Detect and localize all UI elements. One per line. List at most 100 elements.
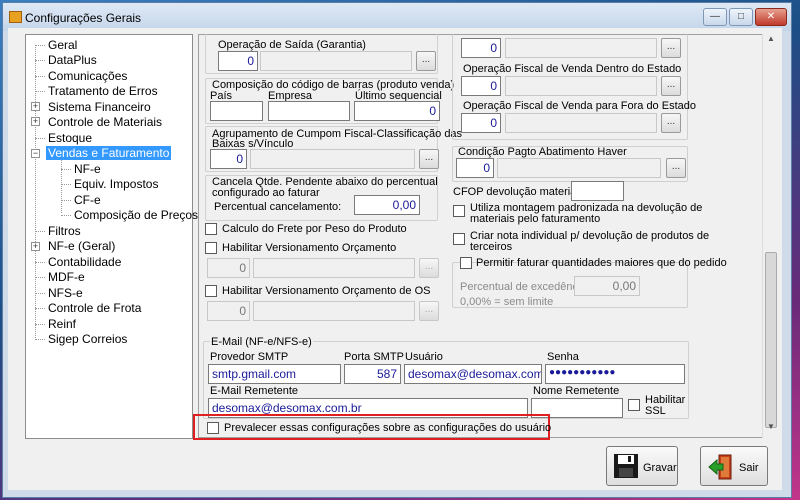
operacao-saida-desc xyxy=(260,51,412,71)
tree-branch xyxy=(35,231,45,232)
settings-tree: Geral DataPlus Comunicações Tratamento d… xyxy=(25,34,198,439)
operacao-saida-code[interactable]: 0 xyxy=(218,51,258,71)
tree-branch xyxy=(61,200,71,201)
email-remetente-label: E-Mail Remetente xyxy=(210,385,299,397)
operacao-top-search-button[interactable]: ... xyxy=(661,38,681,58)
provedor-smtp-label: Provedor SMTP xyxy=(210,351,289,363)
tree-item-controle-frota[interactable]: Controle de Frota xyxy=(48,301,141,315)
operacao-dentro-search-button[interactable]: ... xyxy=(661,76,681,96)
tree-item-sistema-financeiro[interactable]: Sistema Financeiro xyxy=(48,100,151,114)
sair-button[interactable]: Sair xyxy=(700,446,768,486)
minimize-button[interactable]: — xyxy=(703,8,727,26)
agrupamento-code[interactable]: 0 xyxy=(210,149,247,169)
versionamento-orcamento-label: Habilitar Versionamento Orçamento xyxy=(222,242,397,254)
pais-input[interactable] xyxy=(210,101,263,121)
habilitar-ssl-checkbox[interactable] xyxy=(628,399,640,411)
gravar-label: Gravar xyxy=(643,462,677,474)
expand-icon[interactable]: + xyxy=(31,242,40,251)
tree-item-cfe[interactable]: CF-e xyxy=(74,193,101,207)
tree-item-contabilidade[interactable]: Contabilidade xyxy=(48,255,121,269)
usuario-input[interactable]: desomax@desomax.com xyxy=(404,364,542,384)
tree-branch xyxy=(61,169,71,170)
gravar-button[interactable]: Gravar xyxy=(606,446,678,486)
close-button[interactable]: ✕ xyxy=(755,8,787,26)
operacao-dentro-label: Operação Fiscal de Venda Dentro do Estad… xyxy=(463,63,682,75)
agrupamento-search-button[interactable]: ... xyxy=(419,149,439,169)
criar-nota-checkbox[interactable] xyxy=(453,233,465,245)
porta-smtp-input[interactable]: 587 xyxy=(344,364,401,384)
scroll-up-icon[interactable]: ▲ xyxy=(765,34,777,48)
calculo-frete-checkbox[interactable] xyxy=(205,223,217,235)
tree-item-filtros[interactable]: Filtros xyxy=(48,224,81,238)
tree-branch xyxy=(35,277,45,278)
cfop-devolucao-input[interactable] xyxy=(571,181,624,201)
tree-item-equiv-impostos[interactable]: Equiv. Impostos xyxy=(74,177,158,191)
expand-icon[interactable]: + xyxy=(31,117,40,126)
tree-item-dataplus[interactable]: DataPlus xyxy=(48,53,97,67)
versionamento-os-checkbox[interactable] xyxy=(205,285,217,297)
empresa-input[interactable] xyxy=(268,101,350,121)
email-group-title: E-Mail (NF-e/NFS-e) xyxy=(210,336,313,348)
operacao-dentro-code[interactable]: 0 xyxy=(461,76,501,96)
tree-item-reinf[interactable]: Reinf xyxy=(48,317,76,331)
operacao-dentro-desc xyxy=(505,76,657,96)
tree-item-nfse[interactable]: NFS-e xyxy=(48,286,83,300)
tree-item-nfe[interactable]: NF-e xyxy=(74,162,101,176)
tree-item-comunicacoes[interactable]: Comunicações xyxy=(48,69,127,83)
tree-branch xyxy=(35,262,45,263)
operacao-saida-search-button[interactable]: ... xyxy=(416,51,436,71)
usuario-label: Usuário xyxy=(405,351,443,363)
tree-item-sigep-correios[interactable]: Sigep Correios xyxy=(48,332,127,346)
tree-item-controle-materiais[interactable]: Controle de Materiais xyxy=(48,115,162,129)
condicao-pagto-label: Condição Pagto Abatimento Haver xyxy=(458,146,627,158)
title-bar: Configurações Gerais — □ ✕ xyxy=(3,3,791,31)
versionamento-os-label: Habilitar Versionamento Orçamento de OS xyxy=(222,285,431,297)
collapse-icon[interactable]: − xyxy=(31,149,40,158)
scroll-thumb[interactable] xyxy=(765,252,777,428)
operacao-fora-label: Operação Fiscal de Venda para Fora do Es… xyxy=(463,100,696,112)
provedor-smtp-input[interactable]: smtp.gmail.com xyxy=(208,364,341,384)
tree-branch xyxy=(35,45,45,46)
tree-item-composicao-precos[interactable]: Composição de Preços xyxy=(74,208,198,222)
exit-door-icon xyxy=(708,454,732,480)
tree-branch xyxy=(61,215,71,216)
operacao-top-code[interactable]: 0 xyxy=(461,38,501,58)
scroll-down-icon[interactable]: ▼ xyxy=(765,422,777,436)
maximize-button[interactable]: □ xyxy=(729,8,753,26)
permitir-faturar-checkbox[interactable] xyxy=(460,257,472,269)
tree-branch xyxy=(35,91,45,92)
utiliza-montagem-label-2: materiais pelo faturamento xyxy=(470,213,601,225)
senha-input[interactable]: ●●●●●●●●●●● xyxy=(545,364,685,384)
ultimo-sequencial-input[interactable]: 0 xyxy=(354,101,440,121)
operacao-fora-search-button[interactable]: ... xyxy=(661,113,681,133)
nome-remetente-label: Nome Remetente xyxy=(533,385,620,397)
porta-smtp-label: Porta SMTP xyxy=(344,351,404,363)
operacao-top-desc xyxy=(505,38,657,58)
vertical-scrollbar[interactable]: ▲ ▼ xyxy=(762,34,778,438)
expand-icon[interactable]: + xyxy=(31,102,40,111)
tree-guide-line xyxy=(61,151,62,213)
condicao-pagto-desc xyxy=(497,158,661,178)
prevalecer-checkbox[interactable] xyxy=(207,422,219,434)
tree-item-tratamento-erros[interactable]: Tratamento de Erros xyxy=(48,84,158,98)
tree-item-geral[interactable]: Geral xyxy=(48,38,77,52)
condicao-pagto-code[interactable]: 0 xyxy=(456,158,494,178)
window-title: Configurações Gerais xyxy=(25,11,142,25)
utiliza-montagem-checkbox[interactable] xyxy=(453,205,465,217)
versionamento-orcamento-checkbox[interactable] xyxy=(205,242,217,254)
tree-item-vendas-faturamento[interactable]: Vendas e Faturamento xyxy=(46,146,172,160)
cancela-label-2: configurado ao faturar xyxy=(212,187,320,199)
operacao-fora-desc xyxy=(505,113,657,133)
tree-item-nfe-geral[interactable]: NF-e (Geral) xyxy=(48,239,115,253)
tree-item-estoque[interactable]: Estoque xyxy=(48,131,92,145)
condicao-pagto-search-button[interactable]: ... xyxy=(666,158,686,178)
percentual-cancelamento-input[interactable]: 0,00 xyxy=(354,195,420,215)
tree-item-mdfe[interactable]: MDF-e xyxy=(48,270,85,284)
sem-limite-note: 0,00% = sem limite xyxy=(460,296,554,308)
permitir-faturar-label: Permitir faturar quantidades maiores que… xyxy=(476,257,727,269)
cfop-devolucao-label: CFOP devolução materiais: xyxy=(453,186,588,198)
criar-nota-label-2: terceiros xyxy=(470,241,513,253)
operacao-fora-code[interactable]: 0 xyxy=(461,113,501,133)
tree-guide-line xyxy=(35,45,36,338)
tree-branch xyxy=(35,324,45,325)
